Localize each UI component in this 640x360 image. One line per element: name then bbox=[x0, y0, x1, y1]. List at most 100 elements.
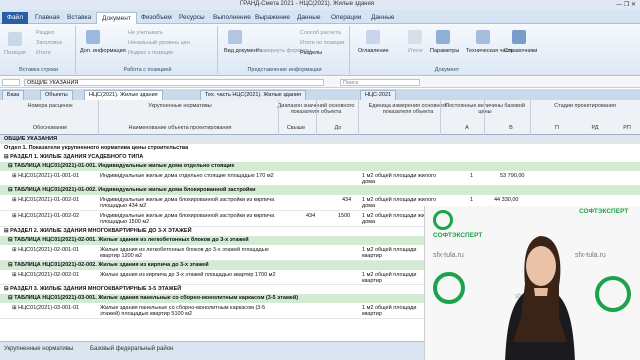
row-title: ⊟ ТАБЛИЦА НЦС01(2021)-01-002. Индивидуал… bbox=[8, 187, 256, 193]
row-name: Жилые здания из кирпича до 3-х этажей пл… bbox=[100, 272, 276, 278]
row-code: ⊞ НЦС01(2021)-01-001-01 bbox=[12, 173, 80, 179]
tech-part-icon bbox=[476, 30, 490, 44]
row-title: ⊟ ТАБЛИЦА НЦС01(2021)-01-001. Индивидуал… bbox=[8, 163, 235, 169]
row-code: ⊞ НЦС01(2021)-01-002-02 bbox=[12, 213, 80, 219]
menu-data[interactable]: Данные bbox=[292, 12, 325, 24]
brand-logo-icon bbox=[595, 276, 631, 312]
menu-insert[interactable]: Вставка bbox=[62, 12, 96, 24]
title-bar: ГРАНД-Смета 2021 - НЦС(2021). Жилые здан… bbox=[0, 0, 640, 10]
brand-logo-icon bbox=[433, 210, 453, 230]
totals-button[interactable]: Итоги bbox=[36, 50, 51, 56]
formula-input[interactable]: ОБЩИЕ УКАЗАНИЯ bbox=[24, 79, 324, 86]
sections-button[interactable]: Разделы bbox=[300, 50, 322, 56]
row-code: ⊞ НЦС01(2021)-02-002-01 bbox=[12, 272, 80, 278]
col-norms: Укрупненные нормативы bbox=[148, 103, 212, 109]
exclude-button[interactable]: Не учитывать bbox=[128, 30, 163, 36]
site-url: sfx-tula.ru bbox=[433, 252, 464, 259]
menu-operations[interactable]: Операции bbox=[326, 12, 366, 24]
table-header: Номера расценок Укрупненные нормативы Ди… bbox=[0, 100, 640, 135]
menu-home[interactable]: Главная bbox=[30, 12, 65, 24]
menu-file[interactable]: Файл bbox=[2, 12, 28, 24]
row-unit: 1 м2 общей площади квартир bbox=[362, 305, 417, 317]
row-name: Жилые здания из легкобетонных блоков до … bbox=[100, 247, 269, 259]
menu-resources[interactable]: Ресурсы bbox=[174, 12, 210, 24]
calc-method-button[interactable]: Способ расчета bbox=[300, 30, 341, 36]
doc-totals-button[interactable]: Итоги bbox=[408, 48, 423, 54]
menu-bar: Файл Главная Вставка Документ Физобъем Р… bbox=[0, 10, 640, 24]
table-row[interactable]: Отдел 1. Показатели укрупненного нормати… bbox=[0, 144, 640, 153]
table-row[interactable]: ⊟ ТАБЛИЦА НЦС01(2021)-01-001. Индивидуал… bbox=[0, 162, 640, 171]
menu-physvolume[interactable]: Физобъем bbox=[136, 12, 177, 24]
section-button[interactable]: Раздел bbox=[36, 30, 54, 36]
table-row[interactable]: ⊞ НЦС01(2021)-01-001-01 Индивидуальные ж… bbox=[0, 171, 640, 186]
search-input[interactable]: Поиск bbox=[340, 79, 420, 86]
col-divider bbox=[358, 100, 359, 135]
contents-button[interactable]: Оглавление bbox=[358, 48, 389, 54]
index-button[interactable]: Индекс к позиции bbox=[128, 50, 173, 56]
status-left: Укрупненные нормативы bbox=[4, 346, 74, 352]
header-button[interactable]: Заголовок bbox=[36, 40, 62, 46]
row-code: ⊞ НЦС01(2021)-02-001-01 bbox=[12, 247, 80, 253]
brand-name: СОФТЭКСПЕРТ bbox=[433, 232, 483, 239]
row-name: Индивидуальные жилые дома отдельно стоящ… bbox=[100, 173, 274, 179]
menu-execution[interactable]: Выполнение bbox=[208, 12, 256, 24]
row-b: 44 330,00 bbox=[494, 197, 519, 203]
group-position: Доп. информация Не учитывать Начальный у… bbox=[78, 26, 218, 74]
row-name: Индивидуальные жилые дома блокированной … bbox=[100, 213, 275, 225]
tab-objects[interactable]: Объекты bbox=[40, 90, 73, 100]
tab-base[interactable]: База bbox=[2, 90, 25, 100]
row-unit: 1 м2 общей площади квартир bbox=[362, 247, 417, 259]
table-row[interactable]: ⊟ РАЗДЕЛ 1. ЖИЛЫЕ ЗДАНИЯ УСАДЕБНОГО ТИПА bbox=[0, 153, 640, 162]
col-object-name: Наименование объекта проектирования bbox=[128, 125, 232, 131]
col-divider bbox=[98, 100, 99, 135]
col-divider bbox=[316, 100, 317, 135]
base-price-level-button[interactable]: Начальный уровень цен bbox=[128, 40, 190, 46]
position-totals-button[interactable]: Итоги по позиции bbox=[300, 40, 345, 46]
row-title: ⊟ ТАБЛИЦА НЦС01(2021)-02-001. Жилые здан… bbox=[8, 237, 249, 243]
table-row[interactable]: ОБЩИЕ УКАЗАНИЯ bbox=[0, 135, 640, 144]
tab-tech-part[interactable]: Тех. часть НЦС(2021). Жилые здания bbox=[200, 90, 307, 100]
row-title: ⊟ РАЗДЕЛ 3. ЖИЛЫЕ ЗДАНИЯ МНОГОКВАРТИРНЫЕ… bbox=[4, 286, 182, 292]
window-controls[interactable]: — ❐ ✕ bbox=[616, 1, 636, 8]
view-icon bbox=[228, 30, 242, 44]
position-button[interactable]: Позиция bbox=[4, 50, 26, 56]
brand-logo-icon bbox=[433, 272, 465, 304]
group-label: Работа с позицией bbox=[123, 67, 172, 73]
table-row[interactable]: ⊟ ТАБЛИЦА НЦС01(2021)-01-002. Индивидуал… bbox=[0, 186, 640, 195]
group-view: Вид документа Развернуть формулы Способ … bbox=[220, 26, 350, 74]
document-tabs: База Объекты НЦС(2021). Жилые здания Тех… bbox=[0, 89, 640, 100]
col-base-values: Постоянные величины базовой цены bbox=[445, 103, 525, 115]
menu-document[interactable]: Документ bbox=[96, 12, 137, 24]
references-button[interactable]: Справочники bbox=[504, 48, 537, 54]
row-title: ⊟ ТАБЛИЦА НЦС01(2021)-02-002. Жилые здан… bbox=[8, 262, 209, 268]
col-divider bbox=[530, 100, 531, 135]
extra-info-button[interactable]: Доп. информация bbox=[80, 48, 126, 54]
row-name: Индивидуальные жилые дома блокированной … bbox=[100, 197, 275, 209]
row-title: Отдел 1. Показатели укрупненного нормати… bbox=[4, 145, 189, 151]
menu-expression[interactable]: Выражение bbox=[250, 12, 295, 24]
row-to: 1500 bbox=[338, 213, 351, 219]
col-a: A bbox=[465, 125, 469, 131]
formula-bar: ОБЩИЕ УКАЗАНИЯ Поиск bbox=[0, 77, 640, 88]
row-title: ⊟ РАЗДЕЛ 2. ЖИЛЫЕ ЗДАНИЯ МНОГОКВАРТИРНЫЕ… bbox=[4, 228, 192, 234]
col-divider bbox=[484, 100, 485, 135]
col-divider bbox=[278, 100, 279, 135]
col-b: B bbox=[509, 125, 513, 131]
books-icon bbox=[512, 30, 526, 44]
params-button[interactable]: Параметры bbox=[430, 48, 459, 54]
cell-ref-field[interactable] bbox=[2, 79, 20, 86]
row-title: ⊟ ТАБЛИЦА НЦС01(2021)-03-001. Жилые здан… bbox=[8, 295, 299, 301]
params-icon bbox=[436, 30, 450, 44]
tab-ncs-residential[interactable]: НЦС(2021). Жилые здания bbox=[84, 90, 163, 100]
tab-ncs-2021[interactable]: НЦС-2021 bbox=[360, 90, 397, 100]
menu-data-2[interactable]: Данные bbox=[366, 12, 399, 24]
col-basis: Обоснование bbox=[32, 125, 68, 131]
col-from: Свыше bbox=[286, 125, 306, 131]
row-to: 434 bbox=[342, 197, 352, 203]
info-icon bbox=[86, 30, 100, 44]
position-icon bbox=[8, 32, 22, 46]
totals-icon bbox=[408, 30, 422, 44]
row-unit: 1 м2 общей площади квартир bbox=[362, 272, 417, 284]
window-title: ГРАНД-Смета 2021 - НЦС(2021). Жилые здан… bbox=[240, 1, 375, 7]
col-p: П bbox=[555, 125, 559, 131]
